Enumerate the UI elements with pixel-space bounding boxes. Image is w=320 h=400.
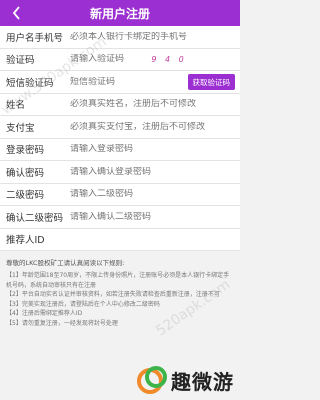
login-password-input[interactable] xyxy=(70,144,240,155)
secondary-password-row: 二级密码 xyxy=(0,184,240,206)
notice-item: 【2】平台自动实名认证并审核资料，如若注册失败请检查后重新注册，注册不可 xyxy=(6,291,220,298)
rules-notice: 尊敬的LKC股权矿工请认真阅读以下规则: 【1】年龄范围18至70周岁，不限上传… xyxy=(0,251,240,332)
captcha-row: 验证码 9 4 0 xyxy=(0,49,240,71)
app-header: 新用户注册 xyxy=(0,0,240,26)
secondary-password-input[interactable] xyxy=(70,189,240,200)
page-title: 新用户注册 xyxy=(89,6,150,21)
get-sms-code-button[interactable]: 获取验证码 xyxy=(187,74,235,90)
phone-input[interactable] xyxy=(70,31,240,42)
sms-code-label: 短信验证码 xyxy=(6,77,54,89)
name-input[interactable] xyxy=(70,99,240,110)
confirm-password-label: 确认密码 xyxy=(6,167,45,179)
notice-title: 尊敬的LKC股权矿工请认真阅读以下规则: xyxy=(6,259,125,267)
login-password-label: 登录密码 xyxy=(6,145,45,157)
referrer-id-input[interactable] xyxy=(70,234,240,245)
confirm-password-input[interactable] xyxy=(70,166,240,177)
notice-item: 【5】请勿重复注册，一经发现将封号处理 xyxy=(6,319,118,327)
brand-name: 趣微游 xyxy=(171,369,234,394)
notice-item: 【3】完美实现注册后，请登陆后在个人中心修改二级密码 xyxy=(6,300,160,308)
notice-item: 【1】年龄范围18至70周岁，不限上传身份照片，注册账号必须是本人银行卡绑定手机… xyxy=(6,272,230,289)
name-row: 姓名 xyxy=(0,94,240,116)
login-password-row: 登录密码 xyxy=(0,139,240,161)
sms-code-row: 短信验证码 获取验证码 xyxy=(0,71,240,94)
confirm-secondary-password-row: 确认二级密码 xyxy=(0,206,240,229)
alipay-label: 支付宝 xyxy=(6,122,35,134)
brand-logo-block: 趣微游 xyxy=(136,364,234,396)
confirm-password-row: 确认密码 xyxy=(0,161,240,184)
phone-row: 用户名手机号 xyxy=(0,26,240,49)
secondary-password-label: 二级密码 xyxy=(6,190,45,202)
back-arrow-icon[interactable] xyxy=(8,5,24,21)
confirm-secondary-password-label: 确认二级密码 xyxy=(6,212,64,224)
captcha-image[interactable]: 9 4 0 xyxy=(150,53,188,67)
referrer-id-row: 推荐人ID xyxy=(0,229,240,251)
name-label: 姓名 xyxy=(6,100,26,112)
confirm-secondary-password-input[interactable] xyxy=(70,211,240,222)
captcha-label: 验证码 xyxy=(6,55,35,67)
referrer-id-label: 推荐人ID xyxy=(6,235,45,247)
alipay-input[interactable] xyxy=(70,121,240,132)
phone-label: 用户名手机号 xyxy=(6,32,64,44)
registration-form: 用户名手机号 验证码 9 4 0 短信验证码 获取验证码 姓名 支付宝 登录密码… xyxy=(0,26,240,251)
alipay-row: 支付宝 xyxy=(0,116,240,139)
notice-item: 【4】注册后需绑定推荐人ID xyxy=(6,310,83,317)
brand-logo-icon xyxy=(136,364,168,396)
